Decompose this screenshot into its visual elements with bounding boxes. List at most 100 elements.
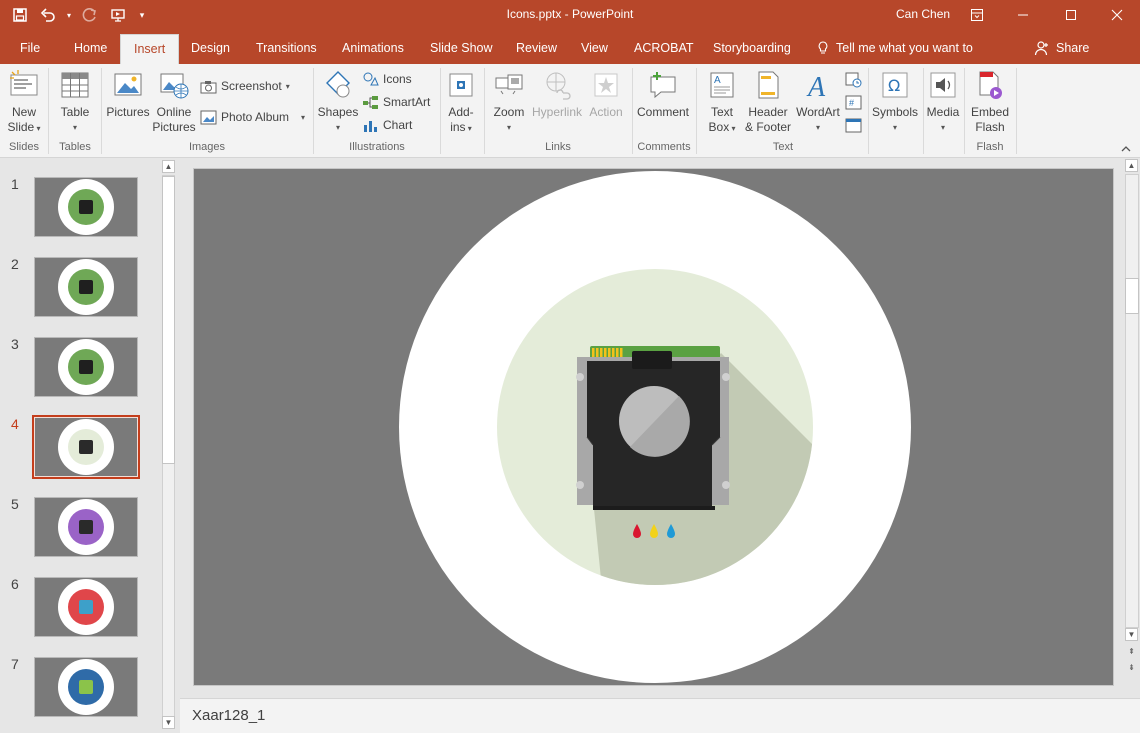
current-slide[interactable] [193,168,1114,686]
scroll-track[interactable] [1125,174,1139,628]
slide-thumbnail[interactable]: 4 [0,415,160,496]
photo-album-label: Photo Album [221,110,290,124]
previous-slide-icon[interactable]: ⇞ [1125,645,1138,658]
tab-storyboarding[interactable]: Storyboarding [711,34,793,64]
tab-review[interactable]: Review [514,34,559,64]
tab-file[interactable]: File [18,34,42,64]
slide-scrollbar[interactable]: ▲ ▼ ⇞ ⇟ [1124,158,1140,678]
tell-me-search[interactable]: Tell me what you want to [816,34,973,62]
shapes-button[interactable]: Shapes ▾ [318,68,358,135]
scroll-up-arrow-icon[interactable]: ▲ [1125,159,1138,172]
share-button[interactable]: Share [1034,34,1089,62]
ribbon-tabs: File Home Insert Design Transitions Anim… [0,30,1140,64]
thumbnail-frame [34,337,138,397]
object-button[interactable] [845,115,862,135]
slide-number: 4 [11,416,19,432]
header-footer-button[interactable]: Header & Footer [744,68,792,135]
tab-view[interactable]: View [579,34,610,64]
slide-thumbnail[interactable]: 5 [0,496,160,576]
chart-label: Chart [383,118,413,132]
icons-insert-icon [363,72,379,85]
scroll-thumb[interactable] [162,176,175,464]
thumbnail-icon-glyph [79,520,93,534]
thumbnail-icon-circle [68,429,104,465]
store-icon [449,73,473,97]
date-time-button[interactable] [845,69,862,89]
tab-design[interactable]: Design [189,34,232,64]
zoom-button[interactable]: Zoom ▾ [490,68,528,135]
omega-icon: Ω [882,72,908,98]
undo-dropdown-icon[interactable]: ▾ [64,3,74,27]
chart-button[interactable]: Chart [362,115,412,135]
customize-toolbar-icon[interactable]: ▾ [134,3,150,27]
next-slide-icon[interactable]: ⇟ [1125,661,1138,674]
tab-insert[interactable]: Insert [120,34,180,64]
redo-icon[interactable] [78,3,102,27]
group-label-text: Text [772,141,794,153]
hyperlink-icon [546,72,571,100]
user-name[interactable]: Can Chen [896,7,950,21]
slide-thumbnail[interactable]: 7 [0,656,160,733]
scroll-thumb[interactable] [1125,278,1139,314]
embed-flash-label-2: Flash [975,120,1005,134]
shapes-label: Shapes [317,105,359,119]
ribbon-display-options-icon[interactable] [954,0,1000,30]
text-box-button[interactable]: A Text Box ▾ [702,68,742,136]
thumbnail-frame [34,657,138,717]
text-box-label-2: Box [708,120,730,134]
smartart-button[interactable]: SmartArt [362,92,430,112]
online-pictures-button[interactable]: Online Pictures [152,68,196,135]
tab-transitions[interactable]: Transitions [254,34,319,64]
comment-button[interactable]: Comment [636,68,690,120]
printhead-icon[interactable] [576,346,730,538]
contact-pin [596,348,599,357]
tab-home[interactable]: Home [72,34,109,64]
thumbnail-scrollbar[interactable]: ▲ ▼ [160,158,176,733]
group-label-images: Images [188,141,226,153]
contact-pin [600,348,603,357]
thumbnail-white-circle [58,499,114,555]
scroll-down-arrow-icon[interactable]: ▼ [1125,628,1138,641]
slide-thumbnail[interactable]: 6 [0,576,160,656]
slide-thumbnail[interactable]: 3 [0,336,160,416]
start-from-beginning-icon[interactable] [106,3,130,27]
thumbnail-white-circle [58,659,114,715]
media-button[interactable]: Media ▾ [925,68,961,135]
undo-icon[interactable] [36,3,60,27]
embed-flash-button[interactable]: Embed Flash [968,68,1012,135]
photo-album-button[interactable]: Photo Album ▾ [200,107,305,127]
new-slide-button[interactable]: New Slide ▾ [6,68,42,136]
slide-thumbnail[interactable]: 1 [0,176,160,256]
slide-number-button[interactable]: # [845,92,862,112]
scroll-down-arrow-icon[interactable]: ▼ [162,716,175,729]
hyperlink-button[interactable]: Hyperlink [530,68,584,120]
icons-button[interactable]: Icons [362,69,412,89]
contact-pin [608,348,611,357]
chart-icon [364,120,377,132]
scroll-up-arrow-icon[interactable]: ▲ [162,160,175,173]
table-button[interactable]: Table ▾ [56,68,94,135]
tab-animations[interactable]: Animations [340,34,406,64]
collapse-ribbon-icon[interactable] [1120,143,1132,155]
maximize-icon[interactable] [1048,0,1094,30]
minimize-icon[interactable] [1000,0,1046,30]
group-separator [868,68,869,154]
pictures-button[interactable]: Pictures [106,68,150,120]
screenshot-button[interactable]: Screenshot ▾ [200,76,290,96]
notes-pane[interactable]: Xaar128_1 [180,698,1140,733]
slide-thumbnail[interactable]: 2 [0,256,160,336]
addins-button[interactable]: Add- ins ▾ [444,68,478,136]
wordart-button[interactable]: A WordArt ▾ [794,68,842,135]
group-label-links: Links [545,141,571,153]
close-icon[interactable] [1094,0,1140,30]
title-bar: ▾ ▾ Icons.pptx - PowerPoint Can Chen [0,0,1140,30]
thumbnail-white-circle [58,179,114,235]
notes-text[interactable]: Xaar128_1 [192,707,265,724]
action-button[interactable]: Action [586,68,626,120]
tab-acrobat[interactable]: ACROBAT [632,34,696,64]
slide-thumbnail-panel: 1 2 3 4 5 6 7 [0,158,180,733]
save-icon[interactable] [8,3,32,27]
smartart-icon [363,95,378,109]
symbols-button[interactable]: Ω Symbols ▾ [871,68,919,135]
tab-slide-show[interactable]: Slide Show [428,34,495,64]
